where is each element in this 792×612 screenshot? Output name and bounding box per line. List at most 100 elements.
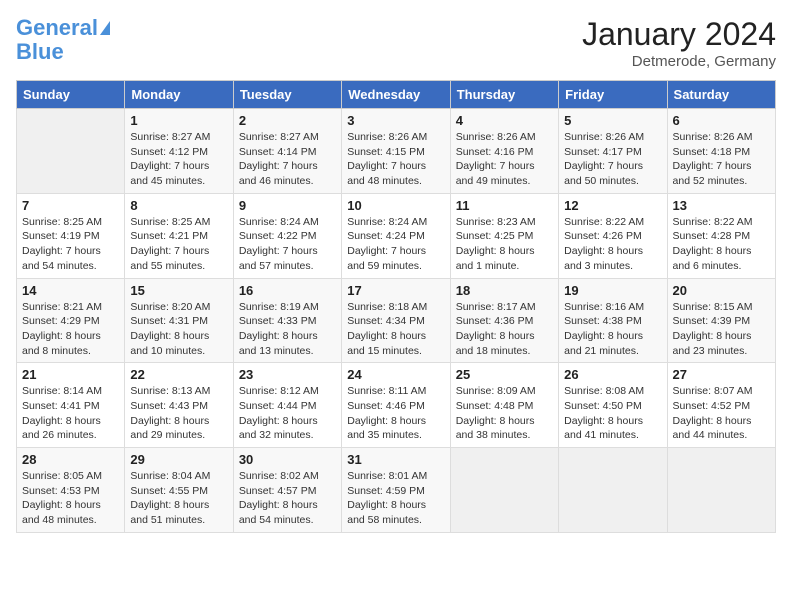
month-title: January 2024 — [582, 16, 776, 53]
week-row-4: 21 Sunrise: 8:14 AMSunset: 4:41 PMDayligh… — [17, 363, 776, 448]
day-info: Sunrise: 8:01 AMSunset: 4:59 PMDaylight:… — [347, 469, 444, 528]
day-info: Sunrise: 8:18 AMSunset: 4:34 PMDaylight:… — [347, 300, 444, 359]
logo-blue: Blue — [16, 40, 64, 64]
day-number: 1 — [130, 113, 227, 128]
day-info: Sunrise: 8:04 AMSunset: 4:55 PMDaylight:… — [130, 469, 227, 528]
day-number: 5 — [564, 113, 661, 128]
day-info: Sunrise: 8:05 AMSunset: 4:53 PMDaylight:… — [22, 469, 119, 528]
day-cell: 16 Sunrise: 8:19 AMSunset: 4:33 PMDayligh… — [233, 278, 341, 363]
week-row-1: 1 Sunrise: 8:27 AMSunset: 4:12 PMDaylight… — [17, 109, 776, 194]
day-cell: 13 Sunrise: 8:22 AMSunset: 4:28 PMDayligh… — [667, 193, 775, 278]
day-cell — [667, 448, 775, 533]
week-row-2: 7Sunrise: 8:25 AMSunset: 4:19 PMDaylight… — [17, 193, 776, 278]
day-number: 11 — [456, 198, 553, 213]
day-info: Sunrise: 8:26 AMSunset: 4:15 PMDaylight:… — [347, 130, 444, 189]
day-cell: 5 Sunrise: 8:26 AMSunset: 4:17 PMDaylight… — [559, 109, 667, 194]
day-number: 22 — [130, 367, 227, 382]
day-info: Sunrise: 8:11 AMSunset: 4:46 PMDaylight:… — [347, 384, 444, 443]
day-number: 20 — [673, 283, 770, 298]
day-number: 4 — [456, 113, 553, 128]
column-header-tuesday: Tuesday — [233, 81, 341, 109]
column-header-saturday: Saturday — [667, 81, 775, 109]
day-number: 29 — [130, 452, 227, 467]
day-number: 10 — [347, 198, 444, 213]
day-cell: 10Sunrise: 8:24 AMSunset: 4:24 PMDayligh… — [342, 193, 450, 278]
week-row-3: 14 Sunrise: 8:21 AMSunset: 4:29 PMDayligh… — [17, 278, 776, 363]
day-number: 9 — [239, 198, 336, 213]
calendar-table: SundayMondayTuesdayWednesdayThursdayFrid… — [16, 80, 776, 533]
column-header-thursday: Thursday — [450, 81, 558, 109]
day-info: Sunrise: 8:24 AMSunset: 4:22 PMDaylight:… — [239, 215, 336, 274]
day-info: Sunrise: 8:02 AMSunset: 4:57 PMDaylight:… — [239, 469, 336, 528]
day-info: Sunrise: 8:12 AMSunset: 4:44 PMDaylight:… — [239, 384, 336, 443]
day-cell: 19Sunrise: 8:16 AMSunset: 4:38 PMDayligh… — [559, 278, 667, 363]
day-number: 15 — [130, 283, 227, 298]
header-row: SundayMondayTuesdayWednesdayThursdayFrid… — [17, 81, 776, 109]
day-cell: 2Sunrise: 8:27 AMSunset: 4:14 PMDaylight… — [233, 109, 341, 194]
day-cell: 12 Sunrise: 8:22 AMSunset: 4:26 PMDayligh… — [559, 193, 667, 278]
day-number: 30 — [239, 452, 336, 467]
day-info: Sunrise: 8:07 AMSunset: 4:52 PMDaylight:… — [673, 384, 770, 443]
day-info: Sunrise: 8:17 AMSunset: 4:36 PMDaylight:… — [456, 300, 553, 359]
day-cell: 7Sunrise: 8:25 AMSunset: 4:19 PMDaylight… — [17, 193, 125, 278]
day-cell: 9 Sunrise: 8:24 AMSunset: 4:22 PMDaylight… — [233, 193, 341, 278]
title-block: January 2024 Detmerode, Germany — [582, 16, 776, 70]
day-info: Sunrise: 8:22 AMSunset: 4:26 PMDaylight:… — [564, 215, 661, 274]
day-info: Sunrise: 8:21 AMSunset: 4:29 PMDaylight:… — [22, 300, 119, 359]
day-number: 7 — [22, 198, 119, 213]
day-cell: 14 Sunrise: 8:21 AMSunset: 4:29 PMDayligh… — [17, 278, 125, 363]
day-number: 23 — [239, 367, 336, 382]
day-info: Sunrise: 8:16 AMSunset: 4:38 PMDaylight:… — [564, 300, 661, 359]
day-info: Sunrise: 8:15 AMSunset: 4:39 PMDaylight:… — [673, 300, 770, 359]
logo-text: General — [16, 16, 98, 40]
day-number: 27 — [673, 367, 770, 382]
day-number: 12 — [564, 198, 661, 213]
day-number: 3 — [347, 113, 444, 128]
day-info: Sunrise: 8:27 AMSunset: 4:14 PMDaylight:… — [239, 130, 336, 189]
logo-triangle-icon — [100, 21, 110, 35]
day-info: Sunrise: 8:08 AMSunset: 4:50 PMDaylight:… — [564, 384, 661, 443]
day-cell: 30 Sunrise: 8:02 AMSunset: 4:57 PMDayligh… — [233, 448, 341, 533]
day-cell: 24 Sunrise: 8:11 AMSunset: 4:46 PMDayligh… — [342, 363, 450, 448]
day-number: 13 — [673, 198, 770, 213]
day-number: 17 — [347, 283, 444, 298]
day-cell — [559, 448, 667, 533]
day-info: Sunrise: 8:13 AMSunset: 4:43 PMDaylight:… — [130, 384, 227, 443]
day-number: 6 — [673, 113, 770, 128]
day-cell: 15Sunrise: 8:20 AMSunset: 4:31 PMDayligh… — [125, 278, 233, 363]
day-cell: 22 Sunrise: 8:13 AMSunset: 4:43 PMDayligh… — [125, 363, 233, 448]
day-cell: 6 Sunrise: 8:26 AMSunset: 4:18 PMDaylight… — [667, 109, 775, 194]
day-cell: 28Sunrise: 8:05 AMSunset: 4:53 PMDayligh… — [17, 448, 125, 533]
day-number: 14 — [22, 283, 119, 298]
day-number: 24 — [347, 367, 444, 382]
day-info: Sunrise: 8:26 AMSunset: 4:18 PMDaylight:… — [673, 130, 770, 189]
day-number: 31 — [347, 452, 444, 467]
day-cell: 21 Sunrise: 8:14 AMSunset: 4:41 PMDayligh… — [17, 363, 125, 448]
day-cell — [17, 109, 125, 194]
day-info: Sunrise: 8:22 AMSunset: 4:28 PMDaylight:… — [673, 215, 770, 274]
day-cell: 27 Sunrise: 8:07 AMSunset: 4:52 PMDayligh… — [667, 363, 775, 448]
day-cell: 1 Sunrise: 8:27 AMSunset: 4:12 PMDaylight… — [125, 109, 233, 194]
day-cell: 18 Sunrise: 8:17 AMSunset: 4:36 PMDayligh… — [450, 278, 558, 363]
day-info: Sunrise: 8:26 AMSunset: 4:17 PMDaylight:… — [564, 130, 661, 189]
day-number: 25 — [456, 367, 553, 382]
day-info: Sunrise: 8:23 AMSunset: 4:25 PMDaylight:… — [456, 215, 553, 274]
day-cell: 29 Sunrise: 8:04 AMSunset: 4:55 PMDayligh… — [125, 448, 233, 533]
column-header-wednesday: Wednesday — [342, 81, 450, 109]
day-cell: 4Sunrise: 8:26 AMSunset: 4:16 PMDaylight… — [450, 109, 558, 194]
day-number: 21 — [22, 367, 119, 382]
day-info: Sunrise: 8:09 AMSunset: 4:48 PMDaylight:… — [456, 384, 553, 443]
day-cell: 23 Sunrise: 8:12 AMSunset: 4:44 PMDayligh… — [233, 363, 341, 448]
day-cell: 17 Sunrise: 8:18 AMSunset: 4:34 PMDayligh… — [342, 278, 450, 363]
column-header-sunday: Sunday — [17, 81, 125, 109]
day-info: Sunrise: 8:19 AMSunset: 4:33 PMDaylight:… — [239, 300, 336, 359]
week-row-5: 28Sunrise: 8:05 AMSunset: 4:53 PMDayligh… — [17, 448, 776, 533]
day-info: Sunrise: 8:27 AMSunset: 4:12 PMDaylight:… — [130, 130, 227, 189]
day-info: Sunrise: 8:25 AMSunset: 4:21 PMDaylight:… — [130, 215, 227, 274]
day-info: Sunrise: 8:14 AMSunset: 4:41 PMDaylight:… — [22, 384, 119, 443]
day-number: 16 — [239, 283, 336, 298]
day-number: 18 — [456, 283, 553, 298]
logo: General Blue — [16, 16, 110, 64]
day-cell — [450, 448, 558, 533]
location-text: Detmerode, Germany — [582, 53, 776, 70]
